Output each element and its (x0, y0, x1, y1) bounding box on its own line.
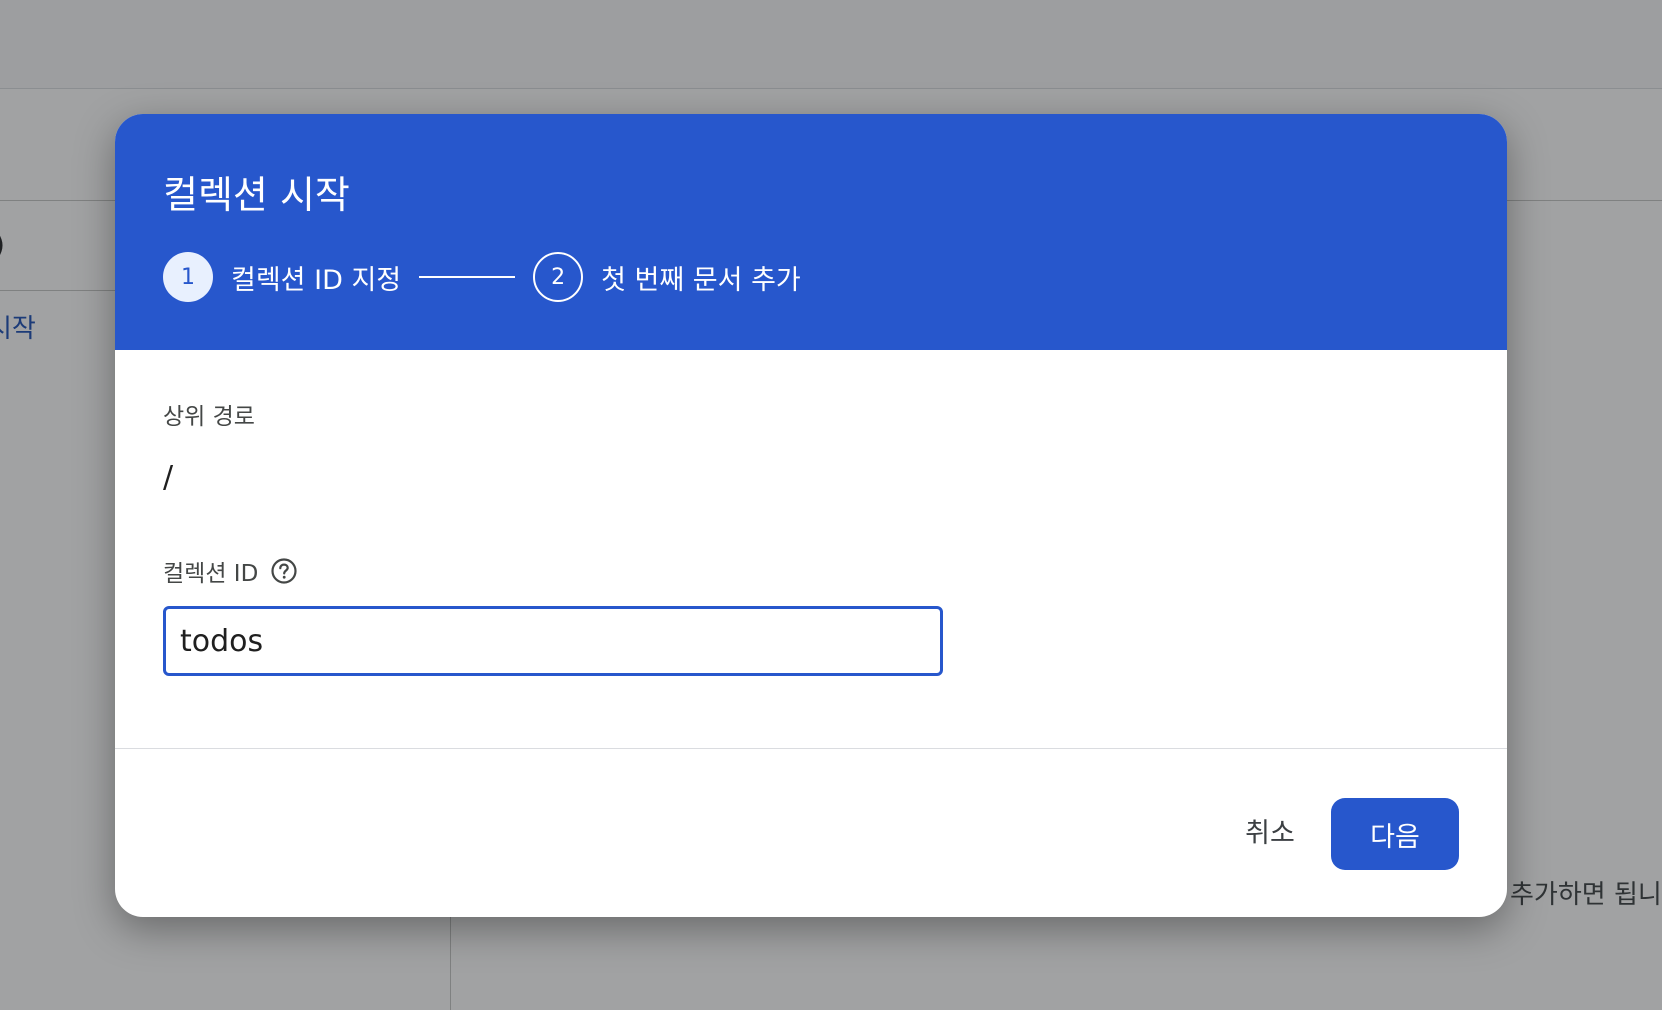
step-1-indicator: 1 (163, 252, 213, 302)
step-2-label: 첫 번째 문서 추가 (601, 264, 801, 296)
collection-id-input[interactable] (163, 606, 943, 676)
stepper: 1 컬렉션 ID 지정 2 첫 번째 문서 추가 (163, 250, 801, 304)
start-collection-dialog: 컬렉션 시작 1 컬렉션 ID 지정 2 첫 번째 문서 추가 상위 경로 / … (115, 114, 1507, 917)
collection-id-label-text: 컬렉션 ID (163, 561, 259, 587)
help-circle-icon[interactable] (270, 557, 298, 585)
dialog-title: 컬렉션 시작 (163, 173, 350, 217)
step-1-label: 컬렉션 ID 지정 (231, 264, 402, 296)
dialog-header: 컬렉션 시작 1 컬렉션 ID 지정 2 첫 번째 문서 추가 (115, 114, 1507, 350)
cancel-button[interactable]: 취소 (1225, 800, 1315, 860)
collection-id-label: 컬렉션 ID (163, 554, 298, 588)
parent-path-value: / (163, 460, 174, 495)
next-button[interactable]: 다음 (1331, 798, 1459, 870)
parent-path-label: 상위 경로 (163, 397, 255, 431)
step-2-indicator: 2 (533, 252, 584, 302)
dialog-actions-divider (115, 748, 1507, 749)
step-connector (419, 276, 516, 278)
parent-path-label-text: 상위 경로 (163, 404, 255, 430)
